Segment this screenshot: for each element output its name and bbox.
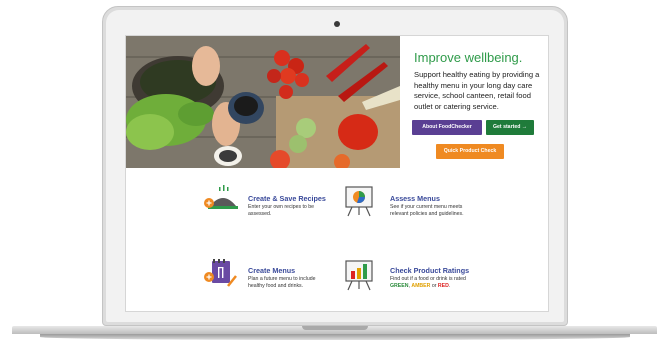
camera-icon <box>334 21 340 27</box>
feature-desc-assess-menus: See if your current menu meets relevant … <box>390 204 464 217</box>
feature-desc-check-product-ratings: Find out if a food or drink is rated GRE… <box>390 276 476 290</box>
rating-green: GREEN <box>390 283 409 289</box>
laptop-shadow <box>40 334 630 340</box>
ratings-desc-text: Find out if a food or drink is rated <box>390 276 466 282</box>
get-started-button[interactable]: Get started → <box>486 120 534 135</box>
rating-red: RED <box>437 283 449 289</box>
feature-desc-create-save-recipes: Enter your own recipes to be assessed. <box>248 204 315 217</box>
about-foodchecker-button[interactable]: About FoodChecker <box>412 120 482 135</box>
ratings-sep-comma: , <box>408 283 410 289</box>
hero-text-panel: Improve wellbeing. Support healthy eatin… <box>400 36 548 168</box>
recipe-cloche-icon <box>204 184 238 223</box>
hero-title: Improve wellbeing. <box>414 50 523 65</box>
ratings-end: . <box>448 283 451 289</box>
hero-description: Support healthy eating by providing a he… <box>414 70 540 111</box>
rating-amber: AMBER <box>411 283 431 289</box>
laptop-notch <box>302 326 368 330</box>
feature-title-assess-menus[interactable]: Assess Menus <box>390 194 440 203</box>
feature-title-check-product-ratings[interactable]: Check Product Ratings <box>390 266 469 275</box>
quick-product-check-button[interactable]: Quick Product Check <box>436 144 504 159</box>
menu-planner-icon <box>204 258 238 297</box>
feature-title-create-menus[interactable]: Create Menus <box>248 266 295 275</box>
hero-food-image <box>126 36 400 168</box>
ratings-bar-chart-icon <box>342 258 376 297</box>
feature-title-create-save-recipes[interactable]: Create & Save Recipes <box>248 194 326 203</box>
ratings-sep-or: or <box>431 283 437 289</box>
assess-pie-chart-icon <box>342 184 376 223</box>
hero-banner: Improve wellbeing. Support healthy eatin… <box>126 36 548 168</box>
screen: Improve wellbeing. Support healthy eatin… <box>125 35 549 312</box>
feature-desc-create-menus: Plan a future menu to include healthy fo… <box>248 276 316 289</box>
